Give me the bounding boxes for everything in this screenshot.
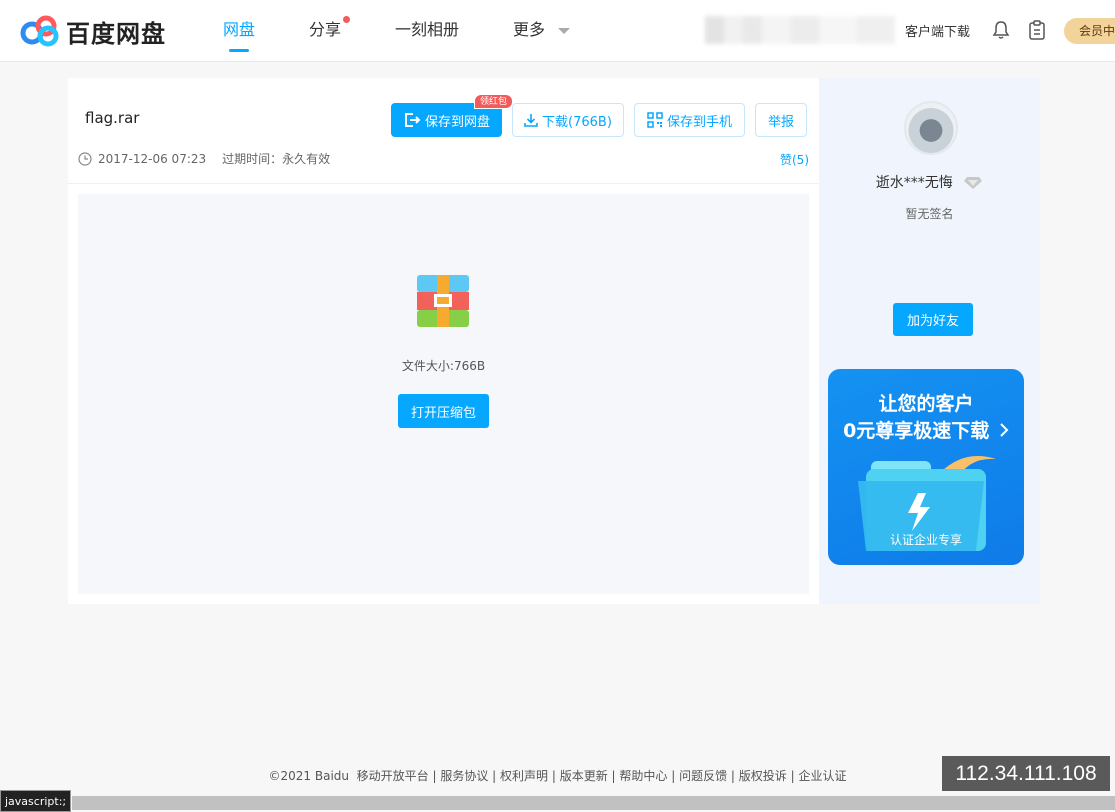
footer-link[interactable]: 企业认证 xyxy=(798,769,846,783)
file-preview-area: 文件大小:766B 打开压缩包 xyxy=(78,194,809,594)
nav-item-label: 一刻相册 xyxy=(395,20,460,39)
footer-link[interactable]: 问题反馈 xyxy=(679,769,727,783)
logo-text: 百度网盘 xyxy=(66,19,166,48)
footer-link[interactable]: 权利声明 xyxy=(500,769,548,783)
main-nav: 网盘 分享 一刻相册 更多 xyxy=(223,0,624,62)
ip-address-overlay: 112.34.111.108 xyxy=(942,756,1110,791)
notification-dot xyxy=(343,16,351,23)
username[interactable]: 逝水***无悔 xyxy=(876,175,953,191)
horizontal-scrollbar[interactable] xyxy=(72,796,1115,810)
save-to-netdisk-label: 保存到网盘 xyxy=(424,114,490,130)
file-share-card: flag.rar 保存到网盘 领红包 下载(766B) 保存到手机 举报 201… xyxy=(68,78,819,604)
ad-line-1: 让您的客户 xyxy=(878,393,974,415)
rar-archive-icon xyxy=(417,275,469,327)
bell-icon[interactable] xyxy=(992,20,1010,40)
clipboard-icon[interactable] xyxy=(1028,20,1046,40)
client-download-link[interactable]: 客户端下载 xyxy=(905,21,970,40)
like-link[interactable]: 赞(5) xyxy=(780,151,809,168)
nav-item-label: 更多 xyxy=(513,20,546,39)
footer-link[interactable]: 版本更新 xyxy=(560,769,608,783)
share-date: 2017-12-06 07:23 xyxy=(98,151,207,166)
save-to-phone-label: 保存到手机 xyxy=(666,114,732,130)
add-friend-button[interactable]: 加为好友 xyxy=(893,303,973,336)
chevron-down-icon xyxy=(558,27,571,34)
baidu-netdisk-logo[interactable]: 百度网盘 xyxy=(20,15,166,48)
download-button[interactable]: 下载(766B) xyxy=(512,103,624,137)
divider xyxy=(68,183,819,184)
username-row: 逝水***无悔 xyxy=(819,172,1040,192)
file-name: flag.rar xyxy=(85,109,140,127)
top-header: 百度网盘 网盘 分享 一刻相册 更多 客户端下载 会员中 xyxy=(0,0,1115,62)
download-label: 下载(766B) xyxy=(542,114,612,130)
sharer-sidebar: 逝水***无悔 暂无签名 加为好友 让您的客户 0元尊享极速下载 认证企业专享 xyxy=(819,78,1040,604)
nav-item-album[interactable]: 一刻相册 xyxy=(395,0,459,62)
open-archive-button[interactable]: 打开压缩包 xyxy=(398,394,489,428)
ad-footer: 认证企业专享 xyxy=(889,533,962,547)
ad-line-2: 0元尊享极速下载 xyxy=(828,416,1024,443)
blurred-account-info xyxy=(705,16,895,44)
nav-item-label: 分享 xyxy=(309,20,342,39)
file-meta: 2017-12-06 07:23 过期时间：永久有效 xyxy=(78,150,330,167)
hongbao-badge[interactable]: 领红包 xyxy=(474,94,514,109)
qr-code-icon xyxy=(647,112,663,128)
ad-line-2-text: 0元尊享极速下载 xyxy=(843,420,990,442)
expire-time: 过期时间：永久有效 xyxy=(222,152,331,166)
copyright: ©2021 Baidu xyxy=(268,769,350,783)
browser-status-bar: javascript:; xyxy=(0,790,72,812)
nav-item-more[interactable]: 更多 xyxy=(513,0,571,62)
diamond-icon xyxy=(964,177,983,189)
clock-icon xyxy=(78,151,92,166)
nav-item-label: 网盘 xyxy=(223,20,256,39)
footer-link[interactable]: 帮助中心 xyxy=(619,769,667,783)
save-to-phone-button[interactable]: 保存到手机 xyxy=(634,103,745,137)
active-underline xyxy=(229,49,250,52)
cloud-logo-icon xyxy=(20,15,59,47)
footer-link[interactable]: 版权投诉 xyxy=(739,769,787,783)
avatar[interactable] xyxy=(904,101,958,155)
footer-link[interactable]: 移动开放平台 xyxy=(357,769,429,783)
report-button[interactable]: 举报 xyxy=(755,103,807,137)
chevron-right-icon xyxy=(1000,423,1009,437)
nav-item-netdisk[interactable]: 网盘 xyxy=(223,0,255,62)
nav-item-share[interactable]: 分享 xyxy=(309,0,351,62)
signature-text: 暂无签名 xyxy=(905,207,954,221)
file-size-text: 文件大小:766B xyxy=(401,359,486,373)
footer-link[interactable]: 服务协议 xyxy=(440,769,488,783)
save-export-icon xyxy=(404,113,421,127)
download-icon xyxy=(524,114,538,127)
enterprise-ad-banner[interactable]: 让您的客户 0元尊享极速下载 认证企业专享 xyxy=(828,369,1024,565)
vip-center-button[interactable]: 会员中 xyxy=(1064,18,1115,44)
